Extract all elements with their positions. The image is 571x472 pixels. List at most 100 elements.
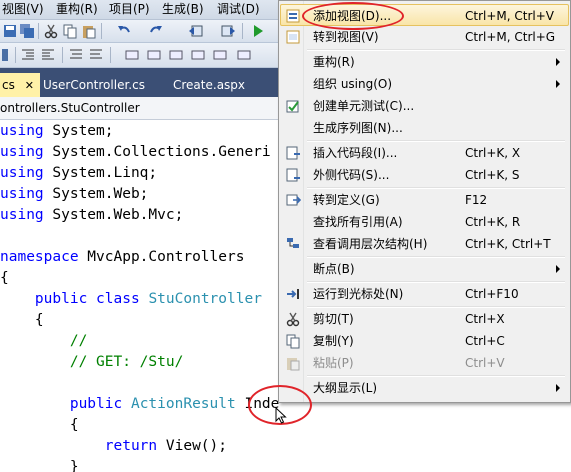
menu-item-shortcut: Ctrl+F10: [465, 287, 519, 301]
context-menu-item[interactable]: 创建单元测试(C)...: [281, 95, 568, 117]
menu-item-shortcut: Ctrl+K, X: [465, 146, 521, 160]
uncomment-icon[interactable]: [88, 47, 104, 63]
context-menu-item[interactable]: 大纲显示(L): [281, 377, 568, 399]
menu-item-shortcut: Ctrl+K, R: [465, 215, 521, 229]
menu-item-label: 复制(Y): [313, 334, 354, 348]
menu-item-label: 外侧代码(S)...: [313, 168, 390, 182]
menu-item-label: 剪切(T): [313, 312, 354, 326]
menu-item-label: 查找所有引用(A): [313, 215, 403, 229]
indent-icon[interactable]: [40, 47, 56, 63]
mouse-cursor-icon: [275, 407, 287, 424]
tab-label: cs: [2, 78, 15, 92]
start-debugging-icon[interactable]: [250, 23, 266, 39]
submenu-arrow-icon: [556, 58, 560, 66]
paste-toolbar-icon[interactable]: [81, 23, 97, 39]
add-view-icon: [286, 9, 300, 23]
context-menu-item[interactable]: 重构(R): [281, 51, 568, 73]
column-icon[interactable]: [0, 47, 16, 63]
code-token: ActionResult: [130, 396, 236, 412]
menu-refactor[interactable]: 重构(R): [56, 1, 98, 18]
context-menu-item[interactable]: 外侧代码(S)... Ctrl+K, S: [281, 164, 568, 186]
menu-item-label: 断点(B): [313, 262, 355, 276]
cut-toolbar-icon[interactable]: [43, 23, 59, 39]
code-token: public: [34, 291, 88, 307]
code-token: {: [0, 417, 79, 433]
code-line: //: [0, 331, 87, 352]
code-token: //: [69, 333, 88, 349]
save-all-icon[interactable]: [19, 23, 35, 39]
copy-icon: [286, 334, 300, 349]
menu-debug[interactable]: 调试(D): [217, 1, 260, 18]
navigate-backward-icon[interactable]: [188, 23, 204, 39]
cut-icon: [286, 312, 300, 327]
comment-icon[interactable]: [68, 47, 84, 63]
redo-icon[interactable]: [148, 23, 164, 39]
code-line: }: [0, 457, 79, 472]
code-token: View();: [157, 438, 227, 454]
menu-item-label: 运行到光标处(N): [313, 287, 404, 301]
code-line: using System.Web.Mvc;: [0, 205, 183, 226]
close-icon[interactable]: ✕: [25, 79, 34, 92]
paste-icon: [287, 358, 300, 371]
menu-item-shortcut: F12: [465, 193, 488, 207]
context-menu-item[interactable]: 转到视图(V) Ctrl+M, Ctrl+G: [281, 26, 568, 48]
code-line: public class StuController: [0, 289, 262, 310]
code-line: {: [0, 268, 9, 289]
code-token: System.Linq;: [43, 165, 158, 181]
context-menu-item: 粘贴(P) Ctrl+V: [281, 352, 568, 374]
menu-item-label: 组织 using(O): [313, 77, 393, 91]
insert-snippet-icon: [286, 146, 300, 160]
menu-item-shortcut: Ctrl+C: [465, 334, 505, 348]
code-token: System.Collections.Generi: [43, 144, 271, 160]
save-icon[interactable]: [2, 23, 18, 39]
code-token: using: [0, 207, 44, 223]
tab-stucontroller[interactable]: cs ✕: [0, 73, 40, 97]
bookmark-icon[interactable]: [124, 47, 140, 63]
context-menu-item[interactable]: 插入代码段(I)... Ctrl+K, X: [281, 142, 568, 164]
context-menu-item[interactable]: 运行到光标处(N) Ctrl+F10: [281, 283, 568, 305]
code-line: using System.Web;: [0, 184, 148, 205]
type-navigation-dropdown[interactable]: ontrollers.StuController: [0, 97, 280, 120]
menu-item-label: 重构(R): [313, 55, 355, 69]
context-menu-item[interactable]: 组织 using(O): [281, 73, 568, 95]
code-token: System.Web.Mvc;: [43, 207, 184, 223]
code-token: {: [0, 270, 9, 286]
navigate-forward-icon[interactable]: [220, 23, 236, 39]
call-hierarchy-icon: [287, 238, 299, 248]
bookmark-window-icon[interactable]: [236, 47, 252, 63]
tab-usercontroller[interactable]: UserController.cs: [43, 73, 145, 97]
context-menu-item[interactable]: 查看调用层次结构(H) Ctrl+K, Ctrl+T: [281, 233, 568, 255]
menu-item-shortcut: Ctrl+V: [465, 356, 505, 370]
next-bookmark-icon[interactable]: [168, 47, 184, 63]
outdent-icon[interactable]: [20, 47, 36, 63]
code-token: using: [0, 165, 44, 181]
clear-bookmarks-icon[interactable]: [190, 47, 206, 63]
go-to-view-icon: [286, 30, 300, 44]
context-menu-item[interactable]: 转到定义(G) F12: [281, 189, 568, 211]
code-line: return View();: [0, 436, 227, 457]
menu-build[interactable]: 生成(B): [162, 1, 204, 18]
context-menu-item[interactable]: 断点(B): [281, 258, 568, 280]
code-token: System.Web;: [43, 186, 149, 202]
undo-icon[interactable]: [116, 23, 132, 39]
context-menu-item[interactable]: 复制(Y) Ctrl+C: [281, 330, 568, 352]
previous-bookmark-icon[interactable]: [146, 47, 162, 63]
menu-project[interactable]: 项目(P): [109, 1, 150, 18]
code-editor[interactable]: using System; using System.Collections.Ge…: [0, 120, 280, 472]
code-token: using: [0, 144, 44, 160]
context-menu-item[interactable]: 生成序列图(N)...: [281, 117, 568, 139]
find-icon[interactable]: [212, 47, 228, 63]
code-line: using System.Linq;: [0, 163, 157, 184]
context-menu-item[interactable]: 剪切(T) Ctrl+X: [281, 308, 568, 330]
code-line: using System;: [0, 121, 114, 142]
context-menu-item[interactable]: 查找所有引用(A) Ctrl+K, R: [281, 211, 568, 233]
code-line: using System.Collections.Generi: [0, 142, 271, 163]
code-line: {: [0, 310, 44, 331]
menu-view[interactable]: 视图(V): [2, 1, 44, 18]
tab-create-aspx[interactable]: Create.aspx: [173, 73, 245, 97]
copy-toolbar-icon[interactable]: [62, 23, 78, 39]
